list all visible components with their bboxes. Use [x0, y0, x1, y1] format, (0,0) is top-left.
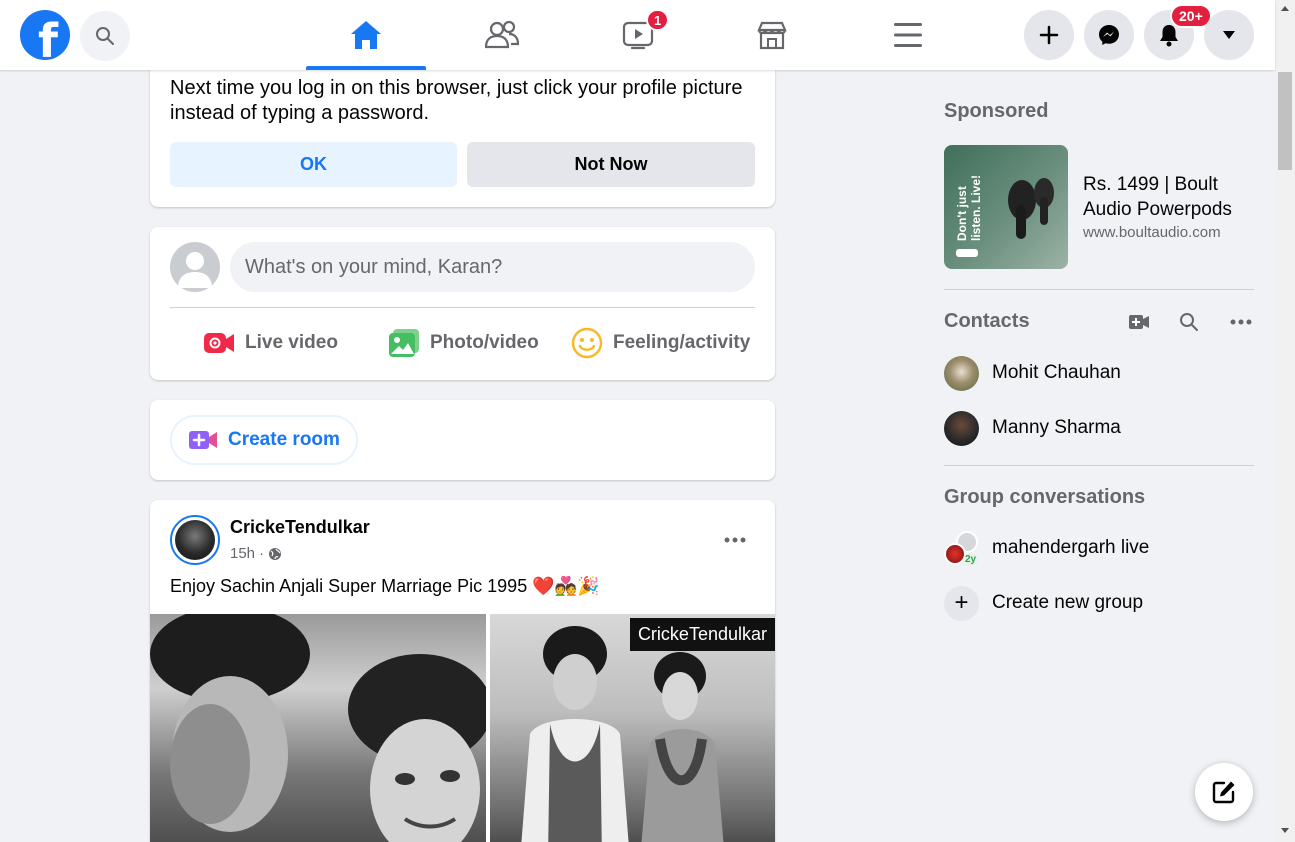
photo-watermark: CrickeTendulkar: [629, 618, 775, 651]
group-conversation-item[interactable]: 2y mahendergarh live: [944, 530, 1149, 566]
post-time[interactable]: 15h: [230, 545, 255, 562]
search-icon: [96, 27, 114, 45]
new-message-button[interactable]: [1195, 763, 1253, 821]
contacts-divider: [944, 465, 1254, 466]
compose-icon: [1212, 781, 1235, 804]
sponsored-heading: Sponsored: [944, 100, 1049, 122]
tab-menu[interactable]: [848, 0, 968, 70]
user-avatar[interactable]: [170, 242, 220, 292]
scroll-down-arrow[interactable]: [1281, 828, 1289, 833]
watch-badge: 1: [646, 9, 670, 31]
tab-friends[interactable]: [442, 0, 562, 70]
default-avatar-icon: [178, 252, 212, 288]
photo-video-icon: [389, 329, 419, 357]
notifications-button[interactable]: 20+: [1144, 4, 1212, 60]
group-conversations-heading: Group conversations: [944, 486, 1146, 508]
feed-post: CrickeTendulkar 15h · Enjoy Sachin Anjal…: [150, 500, 775, 842]
meta-separator: ·: [259, 545, 265, 562]
create-button[interactable]: [1024, 10, 1074, 60]
facebook-logo[interactable]: f: [20, 10, 70, 60]
scroll-thumb[interactable]: [1278, 72, 1292, 170]
tab-marketplace[interactable]: [712, 0, 832, 70]
globe-icon: [269, 547, 282, 560]
more-options-icon: [1230, 319, 1252, 325]
search-icon: [1180, 313, 1198, 331]
marketplace-icon: [757, 21, 787, 50]
create-new-group-button[interactable]: + Create new group: [944, 585, 1143, 621]
photo-left-panel: [150, 614, 486, 842]
earbuds-ad-graphic: Don't just listen. Live!: [955, 175, 1054, 257]
not-now-button[interactable]: Not Now: [467, 142, 755, 187]
post-photo[interactable]: CrickeTendulkar: [150, 614, 775, 842]
contact-item[interactable]: Mohit Chauhan: [944, 355, 1121, 391]
feeling-activity-label: Feeling/activity: [613, 332, 751, 353]
photo-video-button[interactable]: Photo/video: [388, 325, 539, 361]
post-meta: 15h ·: [230, 545, 282, 562]
hamburger-menu-icon: [894, 23, 922, 47]
contacts-heading: Contacts: [944, 310, 1030, 332]
caret-down-icon: [1223, 31, 1235, 39]
plus-icon: [1039, 25, 1059, 45]
contact-item[interactable]: Manny Sharma: [944, 410, 1121, 446]
search-button[interactable]: [80, 11, 130, 61]
photo-video-label: Photo/video: [430, 332, 539, 353]
account-button[interactable]: [1204, 10, 1254, 60]
search-contacts-button[interactable]: [1173, 306, 1205, 338]
save-login-message: Next time you log in on this browser, ju…: [170, 77, 743, 124]
tab-watch[interactable]: 1: [578, 0, 698, 70]
group-avatar: 2y: [944, 530, 979, 566]
new-room-button[interactable]: [1123, 306, 1155, 338]
feeling-icon: [571, 327, 603, 359]
save-login-card: Next time you log in on this browser, ju…: [150, 50, 775, 207]
post-author-name[interactable]: CrickeTendulkar: [230, 517, 370, 538]
messenger-button[interactable]: [1084, 10, 1134, 60]
contact-name: Manny Sharma: [992, 417, 1121, 438]
couple-closeup-photo: [150, 614, 486, 842]
friends-icon: [485, 20, 519, 49]
sponsored-divider: [944, 289, 1254, 290]
group-activity-badge: 2y: [963, 552, 979, 566]
group-name: mahendergarh live: [992, 537, 1150, 558]
more-options-icon: [724, 537, 746, 543]
scroll-up-arrow[interactable]: [1281, 6, 1289, 11]
post-options-button[interactable]: [717, 522, 753, 558]
page-scrollbar[interactable]: [1275, 0, 1295, 842]
whats-on-your-mind-input[interactable]: What's on your mind, Karan?: [230, 242, 755, 292]
ok-button[interactable]: OK: [170, 142, 457, 187]
tab-home[interactable]: [306, 0, 426, 70]
top-navigation-bar: f 1 20+: [0, 0, 1275, 70]
video-plus-icon: [189, 431, 217, 449]
create-group-label: Create new group: [992, 592, 1144, 613]
post-author-avatar[interactable]: [170, 515, 220, 565]
contacts-options-button[interactable]: [1225, 306, 1257, 338]
live-video-label: Live video: [245, 332, 338, 353]
composer-divider: [170, 307, 755, 308]
contact-name: Mohit Chauhan: [992, 362, 1121, 383]
logo-letter: f: [37, 14, 58, 60]
video-plus-icon: [1129, 315, 1149, 329]
ad-title[interactable]: Rs. 1499 | Boult Audio Powerpods: [1083, 172, 1253, 222]
create-room-label: Create room: [228, 429, 340, 450]
contact-avatar: [944, 355, 979, 391]
ad-image-text-2: listen. Live!: [969, 175, 983, 241]
home-icon: [351, 21, 381, 49]
post-text: Enjoy Sachin Anjali Super Marriage Pic 1…: [170, 576, 600, 596]
photo-right-panel: CrickeTendulkar: [490, 614, 775, 842]
avatar-photo: [175, 520, 215, 560]
contact-avatar: [944, 410, 979, 446]
post-composer: What's on your mind, Karan? Live video P…: [150, 227, 775, 380]
rooms-card: Create room: [150, 400, 775, 480]
ad-image[interactable]: Don't just listen. Live!: [944, 145, 1068, 269]
ad-url[interactable]: www.boultaudio.com: [1083, 224, 1221, 241]
live-video-icon: [204, 333, 234, 353]
live-video-button[interactable]: Live video: [203, 325, 338, 361]
ad-image-text: Don't just: [955, 186, 969, 241]
create-room-button[interactable]: Create room: [170, 415, 358, 465]
feeling-activity-button[interactable]: Feeling/activity: [571, 325, 750, 361]
messenger-icon: [1099, 25, 1119, 45]
plus-icon: +: [944, 585, 979, 621]
